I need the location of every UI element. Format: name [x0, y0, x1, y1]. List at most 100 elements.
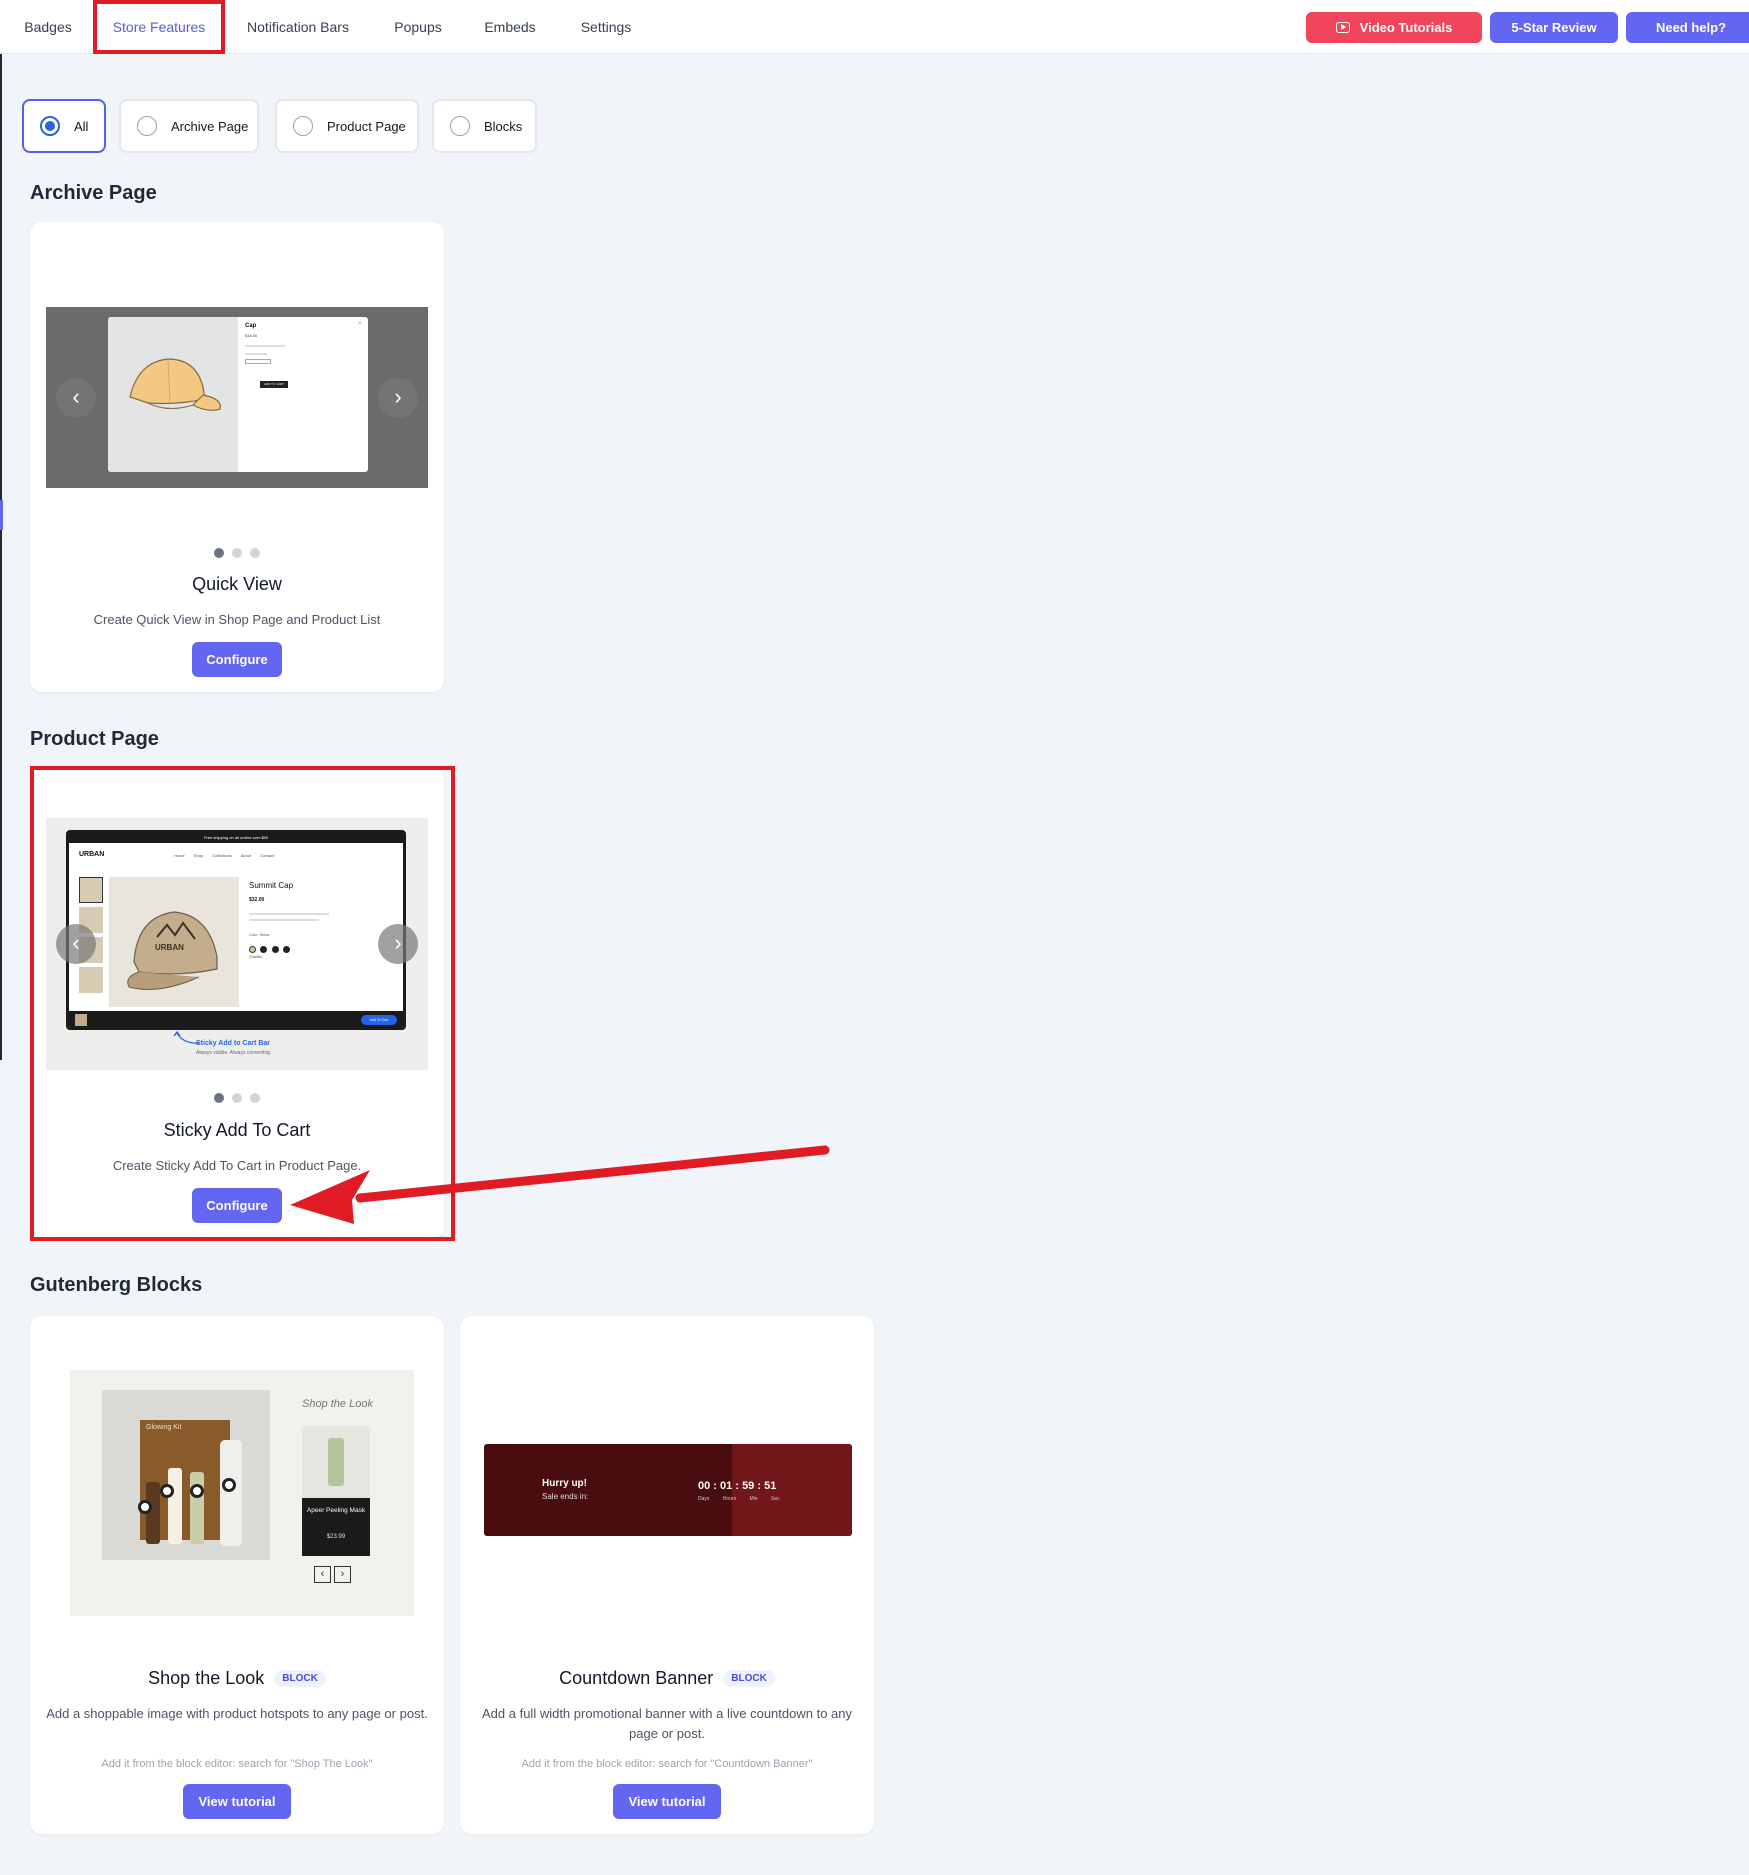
quantity-label: Quantity [249, 955, 263, 959]
top-navigation: Badges Store Features Notification Bars … [0, 0, 1749, 54]
preview-line [249, 919, 319, 921]
cap-logo: URBAN [155, 943, 184, 952]
menu-item: Collections [212, 853, 232, 858]
hotspot[interactable] [138, 1500, 152, 1514]
menu-item: Home [174, 853, 185, 858]
preview-close-icon: × [358, 321, 362, 327]
countdown-banner-card: Hurry up! Sale ends in: 00 : 01 : 59 : 5… [460, 1316, 874, 1834]
tab-store-features[interactable]: Store Features [105, 0, 213, 54]
swatch [283, 946, 291, 953]
menu-item: Shop [193, 853, 204, 858]
card-description: Create Quick View in Shop Page and Produ… [93, 612, 381, 627]
sticky-cart-preview: Free shipping on all orders over $50 URB… [46, 818, 428, 1070]
sticky-bar-thumb [75, 1014, 87, 1026]
preview-product-name: Apeer Peeling Mask [306, 1507, 366, 1514]
shop-the-look-preview: Glowing Kit Shop the Look Apeer Peeling … [70, 1370, 414, 1616]
tab-badges[interactable]: Badges [22, 0, 74, 54]
prev-icon[interactable]: ‹ [314, 1566, 331, 1583]
sidebar-edge [0, 0, 2, 1060]
filter-blocks[interactable]: Blocks [432, 99, 537, 153]
cap-illustration [129, 358, 221, 411]
preview-subcaption: Always visible. Always converting. [196, 1050, 272, 1056]
radio-icon [293, 116, 313, 136]
filter-label: All [74, 118, 89, 134]
filter-all[interactable]: All [22, 99, 106, 153]
store-brand: URBAN [79, 851, 105, 858]
card-title-text: Shop the Look [148, 1668, 265, 1688]
countdown-units: Days Hours Min Sec [698, 1496, 780, 1502]
filter-label: Archive Page [171, 118, 249, 134]
carousel-next-arrow[interactable]: › [378, 378, 418, 418]
configure-button[interactable]: Configure [192, 1188, 282, 1223]
hotspot[interactable] [222, 1478, 236, 1492]
preview-option [245, 359, 271, 364]
need-help-button[interactable]: Need help? [1626, 12, 1749, 43]
carousel-dots [30, 545, 444, 563]
sticky-bar: Add To Cart [69, 1011, 403, 1027]
tab-embeds[interactable]: Embeds [482, 0, 538, 54]
carousel-prev-arrow[interactable]: ‹ [56, 924, 96, 964]
quick-view-preview: Cap $18.00 ADD TO CART × [46, 307, 428, 488]
unit-label: Days [698, 1496, 710, 1502]
countdown-preview: Hurry up! Sale ends in: 00 : 01 : 59 : 5… [484, 1444, 852, 1536]
hotspot[interactable] [160, 1484, 174, 1498]
card-title: Shop the Look BLOCK [30, 1668, 444, 1689]
countdown-timer: 00 : 01 : 59 : 51 [698, 1480, 777, 1492]
hotspot[interactable] [190, 1484, 204, 1498]
preview-price: $32.00 [249, 897, 265, 903]
carousel-dot[interactable] [214, 1093, 224, 1103]
radio-icon [450, 116, 470, 136]
next-icon[interactable]: › [334, 1566, 351, 1583]
product-image: URBAN [109, 877, 239, 1007]
preview-price: $23.99 [326, 1534, 346, 1540]
product-tile-image [302, 1426, 370, 1498]
carousel-prev-arrow[interactable]: ‹ [56, 378, 96, 418]
product-photo: Glowing Kit [102, 1390, 270, 1560]
carousel-dot[interactable] [250, 1093, 260, 1103]
block-badge: BLOCK [723, 1670, 775, 1687]
video-icon [1335, 22, 1350, 33]
configure-button[interactable]: Configure [192, 642, 282, 677]
view-tutorial-button[interactable]: View tutorial [183, 1784, 291, 1819]
card-note: Add it from the block editor: search for… [521, 1758, 813, 1770]
video-tutorials-button[interactable]: Video Tutorials [1306, 12, 1482, 43]
block-badge: BLOCK [274, 1670, 326, 1687]
view-tutorial-button[interactable]: View tutorial [613, 1784, 721, 1819]
carousel-dot[interactable] [250, 548, 260, 558]
red-arrow-annotation [290, 1145, 830, 1224]
bottle [220, 1440, 242, 1546]
card-title: Quick View [192, 574, 282, 594]
timer-hours: 01 [720, 1480, 733, 1492]
card-title: Countdown Banner BLOCK [460, 1668, 874, 1689]
store-menu: Home Shop Collections About Contact [174, 853, 274, 858]
menu-item: About [240, 853, 252, 858]
carousel-next-arrow[interactable]: › [378, 924, 418, 964]
cap-illustration [127, 911, 218, 990]
tab-popups[interactable]: Popups [390, 0, 446, 54]
swatch [249, 946, 256, 953]
filter-archive-page[interactable]: Archive Page [119, 99, 259, 153]
card-note: Add it from the block editor: search for… [101, 1758, 373, 1770]
filter-label: Product Page [327, 118, 406, 134]
tab-settings[interactable]: Settings [578, 0, 634, 54]
timer-days: 00 [698, 1480, 711, 1492]
preview-cta: ADD TO CART [260, 381, 288, 388]
promo-bar: Free shipping on all orders over $50 [69, 833, 403, 843]
quick-view-modal: Cap $18.00 ADD TO CART × [108, 317, 368, 472]
color-label: Color: Yellow [249, 933, 270, 937]
carousel-dot[interactable] [232, 1093, 242, 1103]
shop-the-look-card: Glowing Kit Shop the Look Apeer Peeling … [30, 1316, 444, 1834]
filter-product-page[interactable]: Product Page [275, 99, 419, 153]
thumbnail [79, 967, 103, 993]
carousel-dot[interactable] [214, 548, 224, 558]
carousel-dot[interactable] [232, 548, 242, 558]
swatch [260, 946, 268, 953]
swatch [271, 946, 279, 953]
five-star-review-button[interactable]: 5-Star Review [1490, 12, 1618, 43]
thumbnail [79, 877, 103, 903]
unit-label: Sec [770, 1496, 780, 1502]
tab-notification-bars[interactable]: Notification Bars [245, 0, 351, 54]
bottle [190, 1472, 204, 1544]
preview-product-name: Summit Cap [249, 881, 294, 890]
radio-icon [40, 116, 60, 136]
